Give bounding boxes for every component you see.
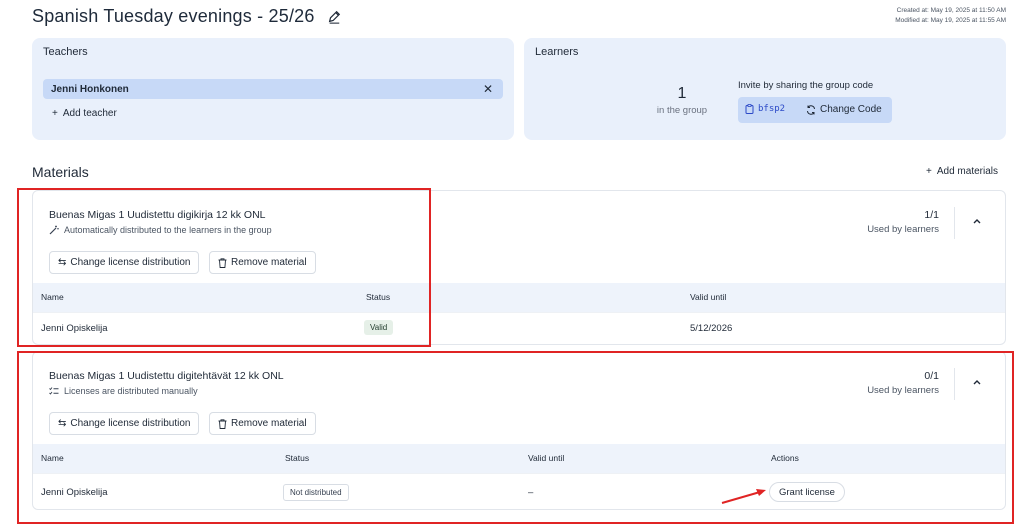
created-at: Created at: May 19, 2025 at 11:50 AM [896, 7, 1006, 14]
highlight-box [17, 188, 431, 347]
add-teacher-label: Add teacher [62, 108, 117, 119]
column-header-valid-until: Valid until [690, 292, 727, 302]
usage-count: 1/1 [924, 209, 939, 221]
usage-summary: 1/1 Used by learners [867, 209, 939, 235]
page-title-row: Spanish Tuesday evenings - 25/26 [32, 6, 341, 27]
highlight-box [17, 351, 1014, 524]
valid-until: 5/12/2026 [690, 323, 733, 334]
page-title: Spanish Tuesday evenings - 25/26 [32, 6, 315, 26]
modified-at: Modified at: May 19, 2025 at 11:55 AM [895, 17, 1006, 24]
teachers-title: Teachers [43, 46, 88, 58]
invite-label: Invite by sharing the group code [738, 80, 874, 91]
red-arrow-icon [721, 489, 766, 504]
add-materials-label: Add materials [936, 166, 998, 177]
learner-count-label: in the group [656, 105, 708, 116]
remove-teacher-icon[interactable]: ✕ [483, 82, 493, 96]
chevron-up-icon[interactable] [971, 215, 983, 227]
plus-icon: + [926, 166, 932, 177]
copy-code-button[interactable]: bfsp2 [745, 104, 785, 114]
add-materials-button[interactable]: + Add materials [926, 166, 998, 177]
learners-title: Learners [535, 46, 579, 58]
plus-icon: + [52, 108, 58, 119]
add-teacher-button[interactable]: + Add teacher [52, 108, 117, 119]
learner-count: 1 in the group [642, 85, 722, 116]
learners-card: Learners 1 in the group Invite by sharin… [524, 38, 1006, 140]
change-code-label: Change Code [820, 104, 882, 115]
teachers-card: Teachers Jenni Honkonen ✕ + Add teacher [32, 38, 514, 140]
learner-count-number: 1 [677, 85, 687, 102]
teacher-name: Jenni Honkonen [51, 84, 129, 95]
timestamps: Created at: May 19, 2025 at 11:50 AM Mod… [895, 6, 1006, 26]
usage-label: Used by learners [867, 224, 939, 235]
materials-title: Materials [32, 164, 89, 180]
group-code-box: bfsp2 Change Code [738, 97, 892, 123]
teacher-chip: Jenni Honkonen ✕ [43, 79, 503, 99]
divider [954, 207, 955, 239]
edit-pencil-icon[interactable] [327, 10, 341, 24]
clipboard-icon [745, 104, 754, 114]
change-code-button[interactable]: Change Code [806, 104, 882, 115]
group-code: bfsp2 [758, 104, 786, 114]
refresh-icon [807, 104, 815, 115]
